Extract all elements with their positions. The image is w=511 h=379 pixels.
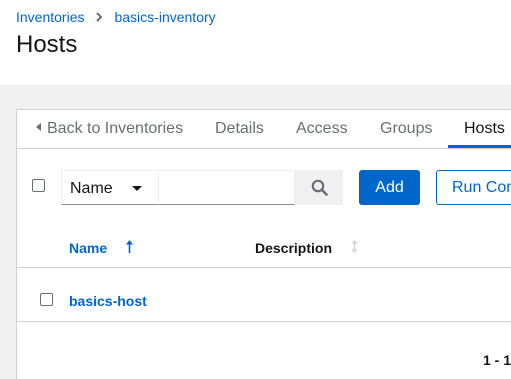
sort-icon[interactable]: [350, 239, 359, 254]
pagination-range: 1 - 1: [483, 352, 511, 368]
row-checkbox[interactable]: [40, 293, 53, 306]
tab-active-indicator: [448, 145, 511, 148]
search-group: Name: [61, 170, 343, 205]
page-header: Inventories basics-inventory Hosts: [0, 0, 511, 85]
caret-down-icon: [132, 186, 142, 191]
page-title: Hosts: [16, 31, 78, 58]
tab-back-to-inventories[interactable]: Back to Inventories: [36, 120, 183, 138]
sort-ascending-icon[interactable]: [125, 239, 134, 254]
column-header-description[interactable]: Description: [255, 240, 332, 256]
tab-back-label: Back to Inventories: [47, 120, 184, 137]
tab-hosts[interactable]: Hosts: [464, 120, 505, 138]
search-button[interactable]: [295, 170, 343, 205]
column-header-name[interactable]: Name: [69, 240, 107, 256]
breadcrumb-item-inventories[interactable]: Inventories: [16, 9, 84, 25]
run-command-button[interactable]: Run Command: [436, 170, 511, 205]
table-row-divider: [17, 321, 511, 322]
filter-field-select[interactable]: Name: [61, 170, 159, 205]
caret-left-icon: [36, 123, 41, 131]
add-button[interactable]: Add: [359, 170, 420, 205]
select-all-checkbox[interactable]: [32, 179, 45, 192]
search-icon: [311, 179, 328, 196]
breadcrumb-item-basics-inventory[interactable]: basics-inventory: [114, 9, 215, 25]
tab-groups[interactable]: Groups: [380, 120, 432, 138]
filter-field-label: Name: [70, 180, 113, 197]
table-header-divider: [17, 267, 511, 268]
search-input[interactable]: [159, 170, 295, 205]
breadcrumb: Inventories basics-inventory: [16, 9, 216, 25]
tab-access[interactable]: Access: [296, 120, 348, 138]
tab-details[interactable]: Details: [215, 120, 264, 138]
tab-bar: Back to Inventories Details Access Group…: [17, 110, 511, 149]
hosts-card: Back to Inventories Details Access Group…: [16, 109, 511, 379]
chevron-right-icon: [96, 12, 103, 22]
host-name-link[interactable]: basics-host: [69, 293, 147, 309]
